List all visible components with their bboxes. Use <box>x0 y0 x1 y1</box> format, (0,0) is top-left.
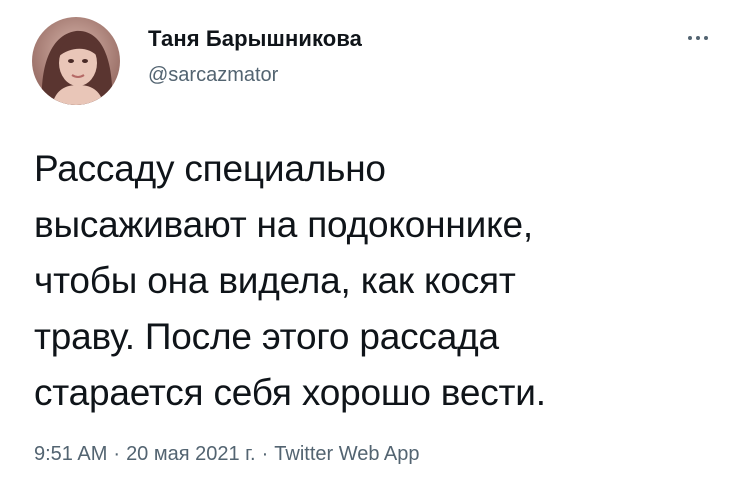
more-dot <box>688 36 692 40</box>
tweet-card: Таня Барышникова @sarcazmator Рассаду сп… <box>0 0 750 489</box>
user-handle[interactable]: @sarcazmator <box>148 64 278 87</box>
meta-separator: · <box>113 443 121 465</box>
more-dot <box>696 36 700 40</box>
profile-photo-icon <box>32 17 120 105</box>
display-name[interactable]: Таня Барышникова <box>148 26 362 52</box>
tweet-source[interactable]: Twitter Web App <box>274 443 419 465</box>
avatar[interactable] <box>32 17 120 105</box>
tweet-text-line: старается себя хорошо вести. <box>34 372 546 413</box>
tweet-meta: 9:51 AM · 20 мая 2021 г. · Twitter Web App <box>34 443 420 466</box>
tweet-date[interactable]: 20 мая 2021 г. <box>126 443 256 465</box>
meta-separator: · <box>261 443 269 465</box>
more-dots-icon[interactable] <box>676 24 720 52</box>
tweet-text-line: чтобы она видела, как косят <box>34 260 516 301</box>
tweet-text: Рассаду специально высаживают на подокон… <box>34 141 724 421</box>
tweet-text-line: траву. После этого рассада <box>34 316 499 357</box>
more-dot <box>704 36 708 40</box>
tweet-time[interactable]: 9:51 AM <box>34 443 107 465</box>
tweet-text-line: Рассаду специально <box>34 148 386 189</box>
tweet-text-line: высаживают на подоконнике, <box>34 204 533 245</box>
